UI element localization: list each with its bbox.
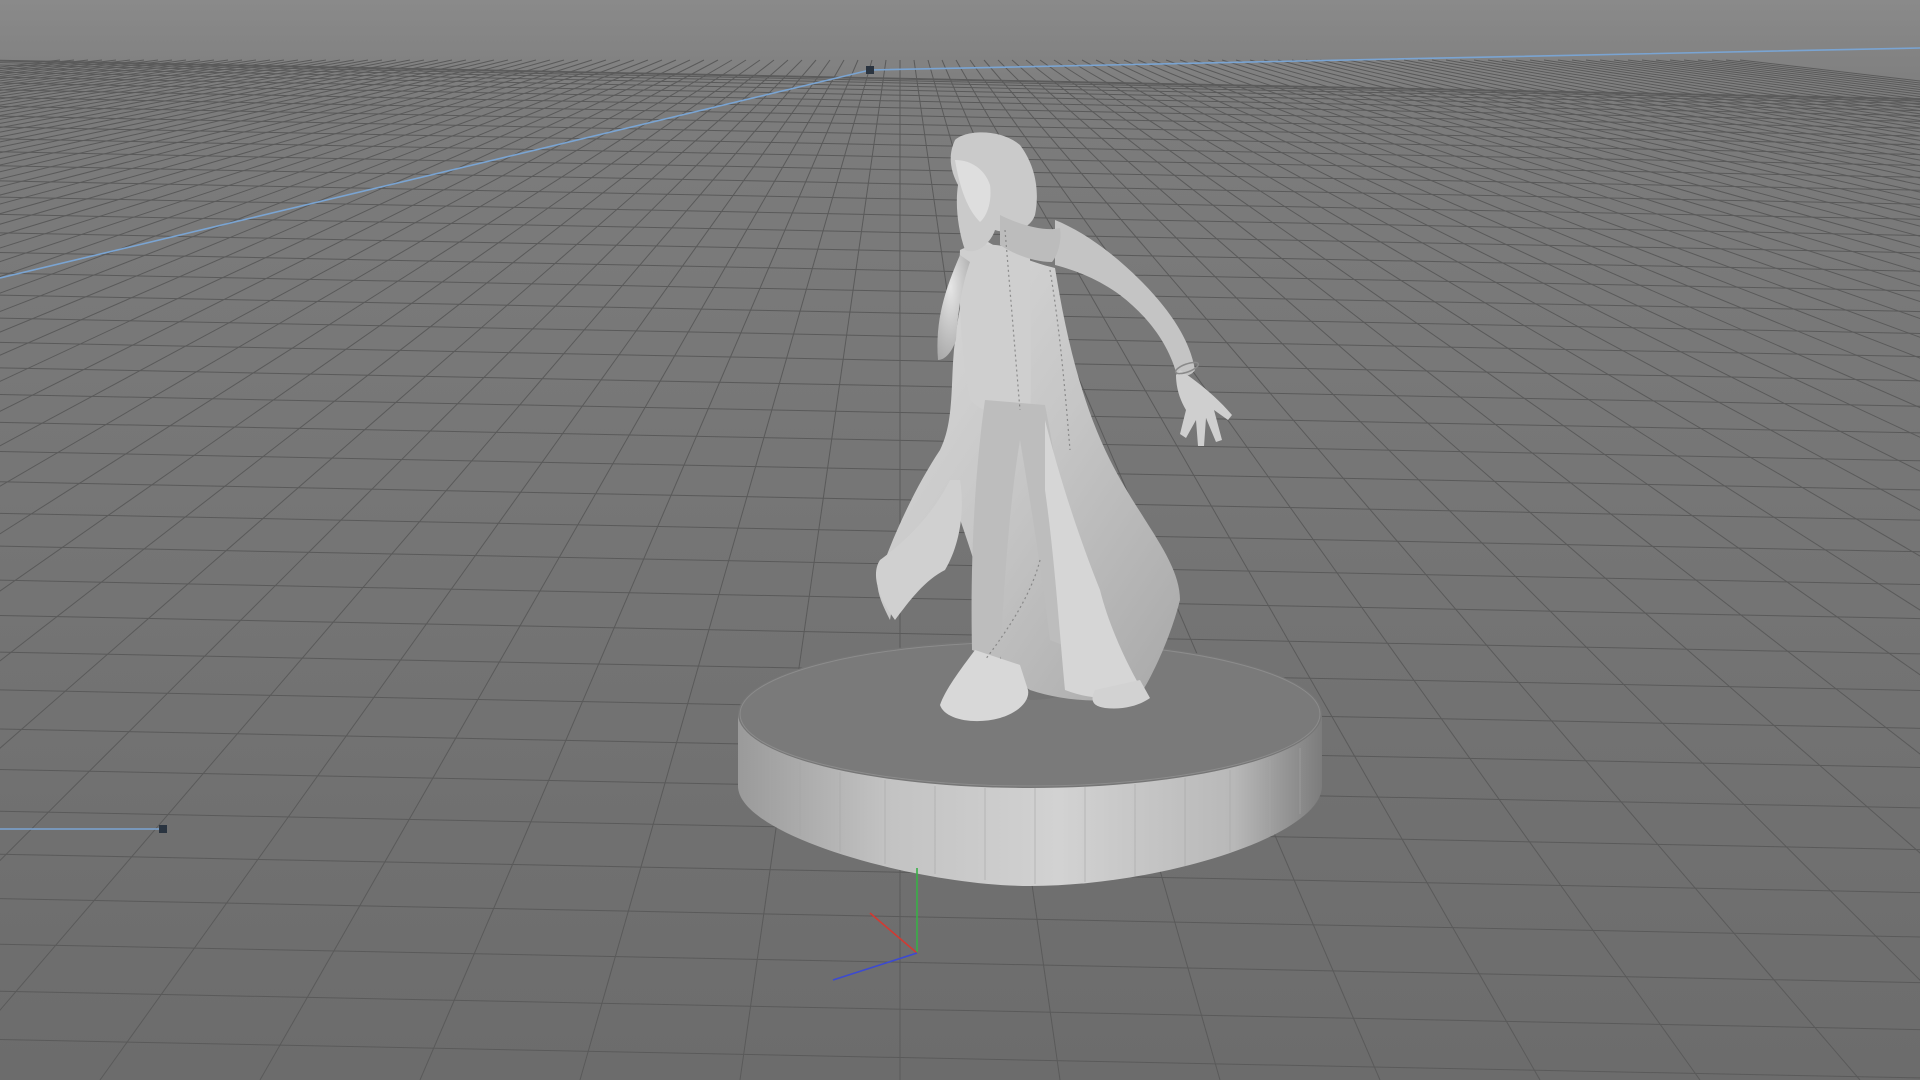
viewport-canvas[interactable]	[0, 0, 1920, 1080]
spline-point[interactable]	[866, 66, 874, 74]
3d-viewport[interactable]	[0, 0, 1920, 1080]
torso	[959, 244, 1031, 420]
spline-point[interactable]	[159, 825, 167, 833]
